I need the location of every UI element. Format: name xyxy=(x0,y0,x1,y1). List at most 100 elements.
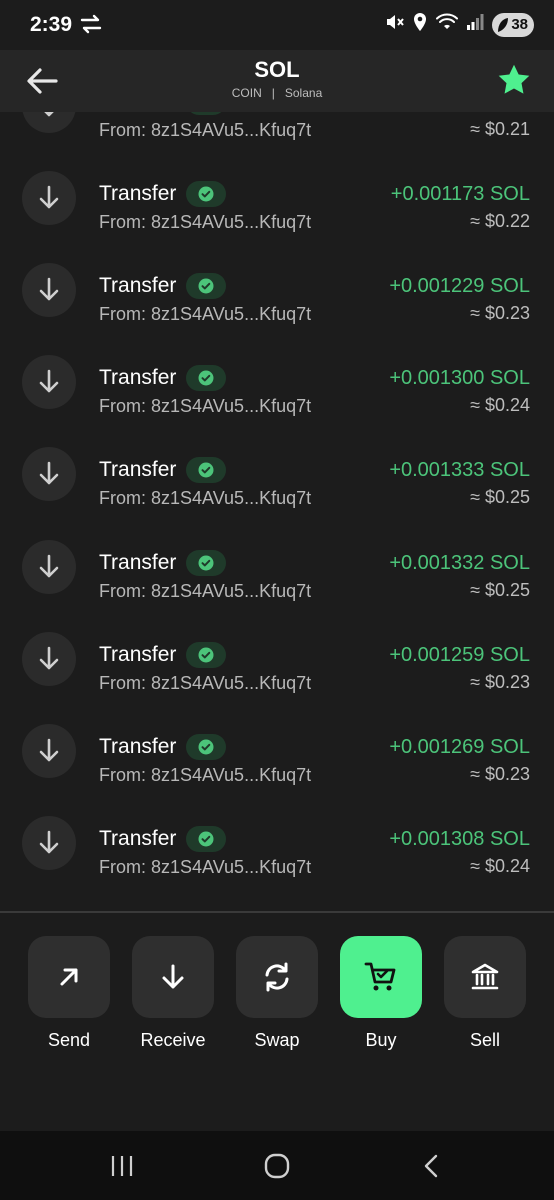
transaction-amount: +0.001229 SOL xyxy=(389,275,530,297)
send-action[interactable]: Send xyxy=(28,936,110,1051)
verified-check-icon xyxy=(186,457,226,483)
transaction-amount: +0.001259 SOL xyxy=(389,644,530,666)
transaction-title: Transfer xyxy=(99,458,177,481)
send-button[interactable] xyxy=(28,936,110,1018)
sync-icon xyxy=(80,14,102,39)
send-label: Send xyxy=(47,1030,91,1050)
wifi-icon xyxy=(436,13,458,36)
verified-check-icon xyxy=(186,826,226,852)
home-button[interactable] xyxy=(257,1151,297,1181)
verified-check-icon xyxy=(186,550,226,576)
transaction-usd-value: ≈ $0.21 xyxy=(470,119,530,139)
transaction-usd-value: ≈ $0.23 xyxy=(470,672,530,692)
asset-subtitle: COIN | Solana xyxy=(0,86,554,100)
transaction-amount: +0.001173 SOL xyxy=(390,183,530,205)
sell-button[interactable] xyxy=(444,936,526,1018)
transaction-title: Transfer xyxy=(99,366,177,389)
arrow-down-icon xyxy=(22,447,76,501)
transaction-usd-value: ≈ $0.23 xyxy=(470,764,530,784)
arrow-up-right-icon xyxy=(60,968,78,986)
home-icon xyxy=(264,1153,290,1179)
transaction-usd-value: ≈ $0.23 xyxy=(470,303,530,323)
transaction-row[interactable]: Transfer From: 8z1S4AVu5...Kfuq7t +0.00133… xyxy=(0,430,554,522)
transaction-amount: +0.001269 SOL xyxy=(389,736,530,758)
arrow-down-icon xyxy=(22,355,76,409)
battery-indicator: 38 xyxy=(492,12,534,38)
transaction-from: From: 8z1S4AVu5...Kfuq7t xyxy=(99,120,312,140)
buy-action[interactable]: Buy xyxy=(340,936,422,1051)
sell-label: Sell xyxy=(469,1030,500,1050)
power-saving-icon xyxy=(496,16,510,38)
transaction-title: Transfer xyxy=(99,182,177,205)
mute-icon xyxy=(384,12,404,37)
verified-check-icon xyxy=(186,642,226,668)
transaction-amount: +0.001308 SOL xyxy=(389,828,530,850)
swap-action[interactable]: Swap xyxy=(236,936,318,1051)
signal-icon xyxy=(466,13,484,36)
transaction-title: Transfer xyxy=(99,551,177,574)
action-bar: Send Receive Swap Buy Sell xyxy=(0,913,554,1131)
transaction-usd-value: ≈ $0.25 xyxy=(470,580,530,600)
status-time: 2:39 xyxy=(30,13,73,36)
transaction-amount: +0.001333 SOL xyxy=(389,459,530,481)
transaction-from: From: 8z1S4AVu5...Kfuq7t xyxy=(99,396,312,416)
buy-label: Buy xyxy=(365,1030,397,1050)
transaction-title: Transfer xyxy=(99,112,176,114)
transaction-from: From: 8z1S4AVu5...Kfuq7t xyxy=(99,673,312,693)
recent-apps-button[interactable] xyxy=(102,1151,142,1181)
verified-check-icon xyxy=(186,365,226,391)
swap-button[interactable] xyxy=(236,936,318,1018)
arrow-down-icon xyxy=(22,263,76,317)
receive-action[interactable]: Receive xyxy=(132,936,214,1051)
bank-icon xyxy=(471,963,499,990)
subtitle-separator: | xyxy=(271,86,275,100)
transaction-from: From: 8z1S4AVu5...Kfuq7t xyxy=(99,304,312,324)
swap-label: Swap xyxy=(254,1030,300,1050)
transaction-row[interactable]: Transfer From: 8z1S4AVu5...Kfuq7t +0.00125… xyxy=(0,615,554,707)
verified-check-icon xyxy=(186,273,226,299)
asset-network: Solana xyxy=(284,86,323,100)
transaction-row[interactable]: Transfer From: 8z1S4AVu5...Kfuq7t +0.00130… xyxy=(0,338,554,430)
status-icons: 38 xyxy=(384,12,534,37)
transaction-from: From: 8z1S4AVu5...Kfuq7t xyxy=(99,581,312,601)
arrow-down-icon xyxy=(22,171,76,225)
transaction-row[interactable]: Transfer From: 8z1S4AVu5...Kfuq7t +0.00122… xyxy=(0,246,554,338)
transaction-row[interactable]: Transfer From: 8z1S4AVu5...Kfuq7t +0.00126… xyxy=(0,707,554,799)
transaction-usd-value: ≈ $0.24 xyxy=(470,395,530,415)
verified-check-icon xyxy=(186,734,226,760)
transaction-from: From: 8z1S4AVu5...Kfuq7t xyxy=(99,212,312,232)
transaction-row[interactable]: Transfer From: 8z1S4AVu5...Kfuq7t +0.00130… xyxy=(0,799,554,891)
swap-icon xyxy=(265,962,289,992)
cart-icon xyxy=(364,962,396,991)
transaction-list[interactable]: Transfer From: 8z1S4AVu5...Kfuq7t +0.00114… xyxy=(0,112,554,912)
buy-button[interactable] xyxy=(340,936,422,1018)
back-icon xyxy=(424,1154,438,1178)
arrow-down-icon xyxy=(22,632,76,686)
transaction-title: Transfer xyxy=(99,827,177,850)
favorite-button[interactable] xyxy=(496,62,532,98)
transaction-amount: +0.001300 SOL xyxy=(389,367,530,389)
status-bar: 2:39 38 xyxy=(0,0,554,50)
system-nav-bar xyxy=(0,1131,554,1200)
transaction-usd-value: ≈ $0.22 xyxy=(470,211,530,231)
arrow-down-icon xyxy=(162,964,184,989)
receive-button[interactable] xyxy=(132,936,214,1018)
transaction-row[interactable]: Transfer From: 8z1S4AVu5...Kfuq7t +0.00133… xyxy=(0,523,554,615)
transaction-usd-value: ≈ $0.24 xyxy=(470,856,530,876)
app-header: SOL COIN | Solana xyxy=(0,50,554,112)
arrow-down-icon xyxy=(22,724,76,778)
location-icon xyxy=(412,12,428,37)
transaction-row[interactable]: Transfer From: 8z1S4AVu5...Kfuq7t +0.00117… xyxy=(0,154,554,246)
arrow-down-icon xyxy=(22,112,76,133)
transaction-usd-value: ≈ $0.25 xyxy=(470,487,530,507)
sell-action[interactable]: Sell xyxy=(444,936,526,1051)
transaction-amount: +0.001148 SOL xyxy=(391,112,530,114)
transaction-title: Transfer xyxy=(99,643,177,666)
arrow-down-icon xyxy=(22,816,76,870)
transaction-row[interactable]: Transfer From: 8z1S4AVu5...Kfuq7t +0.00114… xyxy=(0,112,554,154)
battery-level: 38 xyxy=(511,16,528,33)
transaction-from: From: 8z1S4AVu5...Kfuq7t xyxy=(99,488,312,508)
recent-apps-icon xyxy=(111,1156,133,1176)
system-back-button[interactable] xyxy=(412,1151,452,1181)
star-icon xyxy=(498,64,530,94)
